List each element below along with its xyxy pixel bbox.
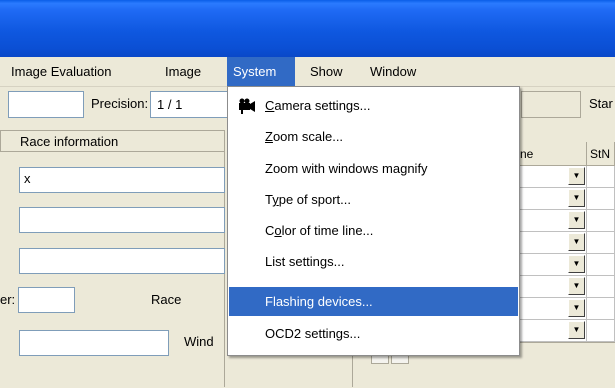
table-cell[interactable]: [587, 232, 615, 254]
ocd2-settings-label: OCD2 settings...: [265, 326, 361, 341]
wind-label: Wind: [184, 334, 214, 349]
menu-item-list-settings[interactable]: List settings...: [229, 247, 518, 277]
wind-field[interactable]: [19, 330, 169, 356]
table-cell[interactable]: [587, 188, 615, 210]
precision-value: 1 / 1: [157, 97, 183, 112]
toolbar-empty-field[interactable]: [8, 91, 84, 118]
race-field-2[interactable]: [19, 207, 225, 233]
col-header-stn-label: StN: [590, 147, 611, 161]
zoom-scale-label: oom scale...: [272, 129, 344, 144]
camera-settings-mnemonic: C: [265, 98, 275, 113]
menu-item-zoom-scale[interactable]: Zoom scale...: [229, 122, 518, 152]
er-label: er:: [0, 292, 16, 307]
color-time-line-mnemonic: o: [274, 223, 282, 238]
menu-item-flashing-devices[interactable]: Flashing devices...: [229, 287, 518, 316]
race-field-1[interactable]: x: [19, 167, 225, 193]
menu-bar: Image Evaluation Image System Show Windo…: [0, 57, 615, 87]
dropdown-arrow-icon[interactable]: ▼: [568, 299, 585, 317]
race-field-3[interactable]: [19, 248, 225, 274]
menu-window[interactable]: Window: [364, 57, 422, 86]
table-cell[interactable]: [587, 320, 615, 342]
dropdown-arrow-icon[interactable]: ▼: [568, 277, 585, 295]
table-cell[interactable]: [587, 254, 615, 276]
menu-image-evaluation[interactable]: Image Evaluation: [5, 57, 117, 86]
menu-item-ocd2-settings[interactable]: OCD2 settings...: [229, 319, 518, 349]
list-settings-label: List settings...: [265, 254, 345, 269]
window-title-bar[interactable]: [0, 0, 615, 57]
dropdown-arrow-icon[interactable]: ▼: [568, 167, 585, 185]
toolbar-field-right[interactable]: [521, 91, 581, 118]
flashing-devices-label: Flashing devices...: [265, 294, 373, 309]
dropdown-arrow-icon[interactable]: ▼: [568, 233, 585, 251]
small-field[interactable]: [18, 287, 75, 313]
menu-image[interactable]: Image: [159, 57, 207, 86]
menu-item-color-of-time-line[interactable]: Color of time line...: [229, 216, 518, 246]
race-information-header: Race information: [0, 130, 225, 152]
type-of-sport-label: pe of sport...: [278, 192, 351, 207]
dropdown-arrow-icon[interactable]: ▼: [568, 255, 585, 273]
col-header-stn[interactable]: StN: [587, 142, 615, 166]
dropdown-arrow-icon[interactable]: ▼: [568, 211, 585, 229]
start-label: Star: [589, 96, 613, 111]
menu-item-type-of-sport[interactable]: Type of sport...: [229, 185, 518, 215]
table-cell[interactable]: [587, 298, 615, 320]
menu-item-camera-settings[interactable]: Camera settings...: [229, 91, 518, 121]
table-cell[interactable]: [587, 210, 615, 232]
precision-field[interactable]: 1 / 1: [150, 91, 230, 118]
table-cell[interactable]: [587, 166, 615, 188]
race-label: Race: [151, 292, 182, 307]
table-cell[interactable]: [587, 276, 615, 298]
camera-settings-label: amera settings...: [274, 98, 371, 113]
precision-label: Precision:: [91, 96, 149, 111]
race-field-1-value: x: [24, 171, 31, 186]
menu-item-zoom-windows-magnify[interactable]: Zoom with windows magnify: [229, 154, 518, 184]
color-time-line-label: lor of time line...: [281, 223, 374, 238]
col-header-time-label: ne: [520, 147, 534, 161]
color-time-line-prefix: C: [265, 223, 275, 238]
dropdown-arrow-icon[interactable]: ▼: [568, 321, 585, 339]
zoom-scale-mnemonic: Z: [265, 129, 273, 144]
dropdown-arrow-icon[interactable]: ▼: [568, 189, 585, 207]
camera-icon: [239, 98, 255, 114]
menu-system[interactable]: System: [227, 57, 295, 86]
zoom-windows-magnify-label: Zoom with windows magnify: [265, 161, 428, 176]
system-menu: Camera settings... Zoom scale... Zoom wi…: [227, 86, 520, 356]
menu-show[interactable]: Show: [304, 57, 349, 86]
